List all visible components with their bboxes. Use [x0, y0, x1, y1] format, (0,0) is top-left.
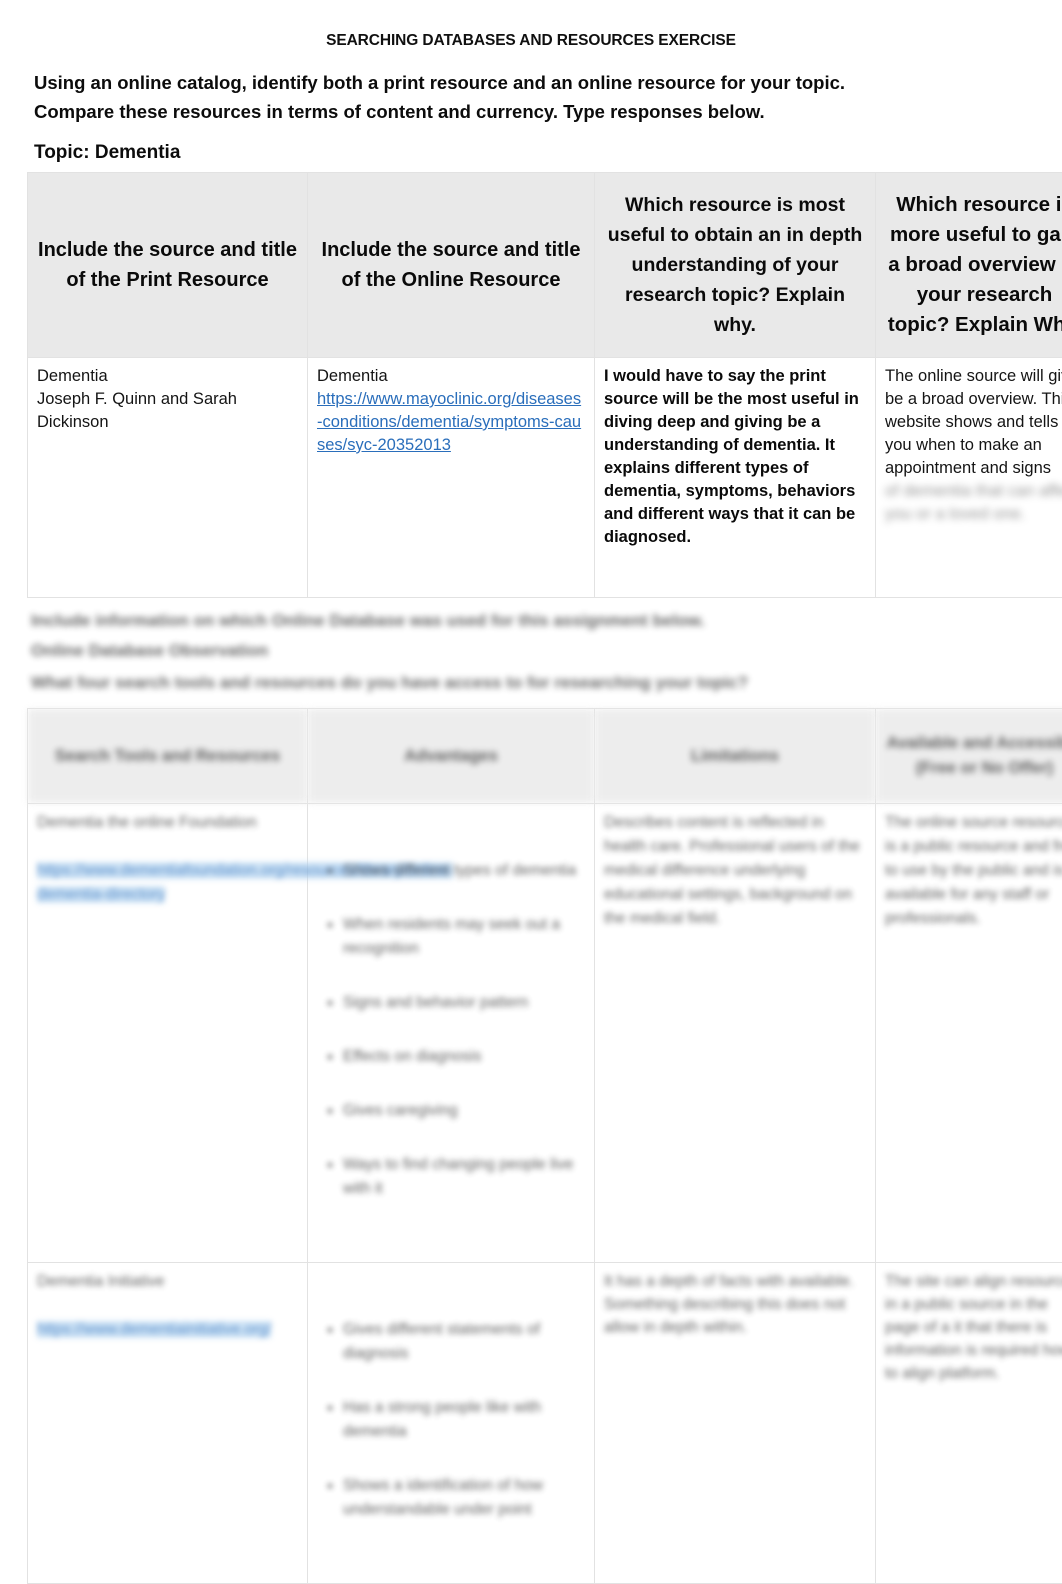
- list-item: Gives caregiving: [343, 1099, 585, 1123]
- topic-value[interactable]: Dementia: [95, 142, 181, 163]
- cell-availability[interactable]: The online source resource is a public r…: [876, 804, 1062, 1263]
- table-row: Dementia Joseph F. Quinn and Sarah Dicki…: [28, 358, 1062, 598]
- cell-limitations[interactable]: Describes content is reflected in health…: [595, 804, 876, 1263]
- online-resource-url-link[interactable]: https://www.mayoclinic.org/diseases-cond…: [317, 388, 585, 457]
- cell-search-tool[interactable]: Dementia the online Foundation https://w…: [28, 804, 308, 1263]
- header-search-tools: Search Tools and Resources: [28, 709, 308, 804]
- search-tools-prompt: What four search tools and resources do …: [31, 668, 991, 698]
- cell-advantages[interactable]: Shows different types of dementia When r…: [308, 804, 595, 1263]
- header-limitations: Limitations: [595, 709, 876, 804]
- instructions-paragraph: Using an online catalog, identify both a…: [34, 68, 994, 126]
- topic-line: Topic: Dementia: [34, 142, 180, 164]
- search-tool-label: Dementia the online Foundation: [37, 811, 298, 835]
- header-online-resource: Include the source and title of the Onli…: [308, 173, 595, 358]
- topic-label: Topic:: [34, 142, 90, 163]
- search-tool-label: Dementia Initiative: [37, 1270, 298, 1294]
- broad-overview-answer-obscured-text: of dementia that can affect you or a lov…: [885, 480, 1062, 526]
- cell-broad-overview-answer[interactable]: The online source will give be a broad o…: [876, 358, 1062, 598]
- list-item: Effects on diagnosis: [343, 1045, 585, 1069]
- list-item: Gives different statements of diagnosis: [343, 1318, 585, 1366]
- advantages-list: Shows different types of dementia When r…: [317, 811, 585, 1255]
- print-resource-authors: Joseph F. Quinn and Sarah Dickinson: [37, 388, 298, 434]
- list-item: Ways to find changing people live with i…: [343, 1153, 585, 1201]
- search-tools-table: Search Tools and Resources Advantages Li…: [27, 708, 1062, 1584]
- document-page: SEARCHING DATABASES AND RESOURCES EXERCI…: [0, 0, 1062, 1556]
- cell-in-depth-answer[interactable]: I would have to say the print source wil…: [595, 358, 876, 598]
- online-resource-title: Dementia: [317, 365, 585, 388]
- cell-print-resource[interactable]: Dementia Joseph F. Quinn and Sarah Dicki…: [28, 358, 308, 598]
- table-row: Dementia the online Foundation https://w…: [28, 804, 1062, 1263]
- broad-overview-answer-text: The online source will give be a broad o…: [885, 365, 1062, 480]
- in-depth-answer-text: I would have to say the print source wil…: [604, 365, 866, 549]
- instructions-line-2: Compare these resources in terms of cont…: [34, 97, 994, 126]
- cell-limitations[interactable]: It has a depth of facts with available. …: [595, 1263, 876, 1584]
- list-item: Shows a identification of how understand…: [343, 1474, 585, 1522]
- print-resource-title: Dementia: [37, 365, 298, 388]
- limitations-text: It has a depth of facts with available. …: [604, 1270, 866, 1339]
- cell-availability[interactable]: The site can align resource in a public …: [876, 1263, 1062, 1584]
- table-header-row: Include the source and title of the Prin…: [28, 173, 1062, 358]
- cell-advantages[interactable]: Gives different statements of diagnosis …: [308, 1263, 595, 1584]
- online-database-prompt: Include information on which Online Data…: [31, 606, 991, 666]
- header-in-depth-question: Which resource is most useful to obtain …: [595, 173, 876, 358]
- list-item: When residents may seek out a recognitio…: [343, 913, 585, 961]
- cell-online-resource[interactable]: Dementia https://www.mayoclinic.org/dise…: [308, 358, 595, 598]
- search-tool-link[interactable]: https://www.dementiainitiative.org/: [37, 1294, 298, 1342]
- advantages-list: Gives different statements of diagnosis …: [317, 1270, 585, 1576]
- availability-text: The site can align resource in a public …: [885, 1270, 1062, 1385]
- list-item: Shows different types of dementia: [343, 859, 585, 883]
- header-print-resource: Include the source and title of the Prin…: [28, 173, 308, 358]
- limitations-text: Describes content is reflected in health…: [604, 811, 866, 931]
- header-broad-overview-question: Which resource is more useful to gain a …: [876, 173, 1062, 358]
- table-header-row: Search Tools and Resources Advantages Li…: [28, 709, 1062, 804]
- table-row: Dementia Initiative https://www.dementia…: [28, 1263, 1062, 1584]
- cell-search-tool[interactable]: Dementia Initiative https://www.dementia…: [28, 1263, 308, 1584]
- document-header-title: SEARCHING DATABASES AND RESOURCES EXERCI…: [0, 32, 1062, 50]
- list-item: Signs and behavior pattern: [343, 991, 585, 1015]
- list-item: Has a strong people like with dementia: [343, 1396, 585, 1444]
- availability-text: The online source resource is a public r…: [885, 811, 1062, 931]
- header-availability: Available and Accessible (Free or No Off…: [876, 709, 1062, 804]
- instructions-line-1: Using an online catalog, identify both a…: [34, 72, 845, 93]
- compare-resources-table: Include the source and title of the Prin…: [27, 172, 1062, 598]
- header-advantages: Advantages: [308, 709, 595, 804]
- search-tool-link[interactable]: https://www.dementiafoundation.org/resou…: [37, 835, 298, 907]
